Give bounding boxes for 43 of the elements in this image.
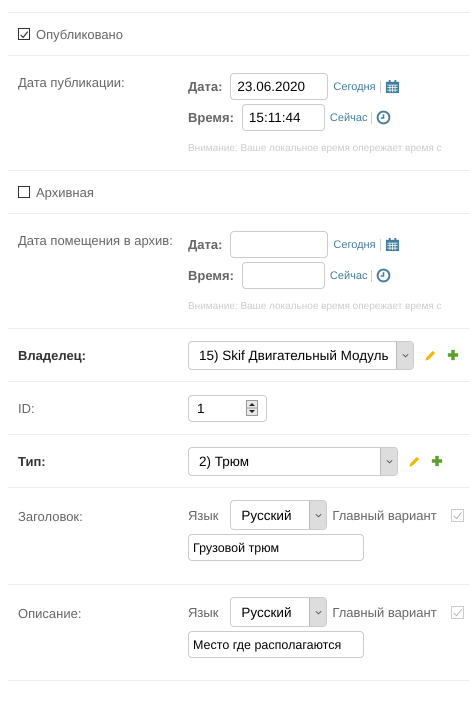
field-label: Тип:: [18, 454, 47, 468]
language-label: Язык: [188, 604, 218, 620]
time-label: Время:: [188, 268, 234, 283]
now-link[interactable]: Сейчас: [330, 112, 368, 124]
pencil-icon[interactable]: [424, 348, 437, 362]
today-link[interactable]: Сегодня: [333, 80, 376, 92]
field-label: Заголовок:: [18, 508, 84, 526]
time-field[interactable]: 15:11:44: [242, 104, 325, 131]
add-icon[interactable]: [447, 349, 459, 361]
field-label: Владелец:: [18, 348, 87, 362]
language-dropdown[interactable]: Русский: [230, 597, 328, 627]
language-dropdown[interactable]: Русский: [230, 500, 328, 530]
text-field[interactable]: Грузовой трюм: [188, 534, 364, 561]
now-link[interactable]: Сейчас: [330, 270, 368, 282]
field-label: Дата помещения в архив:: [18, 233, 174, 250]
checkbox[interactable]: [18, 28, 30, 40]
checkbox[interactable]: [18, 186, 30, 198]
spinner-icon[interactable]: [246, 400, 258, 416]
calendar-icon[interactable]: [384, 237, 400, 252]
main-variant-label: Главный вариант: [332, 508, 437, 522]
date-field[interactable]: [230, 231, 328, 258]
checkbox-label: Опубликовано: [36, 26, 123, 42]
field-label: Описание:: [18, 605, 82, 623]
calendar-icon[interactable]: [384, 79, 400, 94]
main-variant-label: Главный вариант: [332, 604, 437, 620]
date-label: Дата:: [188, 79, 222, 94]
checkbox-label: Архивная: [36, 184, 94, 200]
clock-icon[interactable]: [376, 110, 392, 125]
clock-icon[interactable]: [376, 268, 392, 283]
field-label: Дата публикации:: [18, 75, 126, 92]
pencil-icon[interactable]: [408, 454, 421, 468]
date-label: Дата:: [188, 237, 222, 252]
dropdown[interactable]: 2) Трюм: [188, 446, 398, 476]
date-field[interactable]: 23.06.2020: [230, 73, 328, 100]
time-label: Время:: [188, 110, 234, 125]
today-link[interactable]: Сегодня: [333, 238, 376, 250]
dropdown[interactable]: 15) Skif Двигательный Модуль: [188, 340, 414, 370]
number-field[interactable]: 1: [188, 394, 267, 422]
text-field[interactable]: Место где располагаются: [188, 631, 364, 658]
language-label: Язык: [188, 508, 218, 522]
field-label: ID:: [18, 400, 36, 416]
time-field[interactable]: [242, 262, 325, 289]
add-icon[interactable]: [431, 455, 443, 467]
